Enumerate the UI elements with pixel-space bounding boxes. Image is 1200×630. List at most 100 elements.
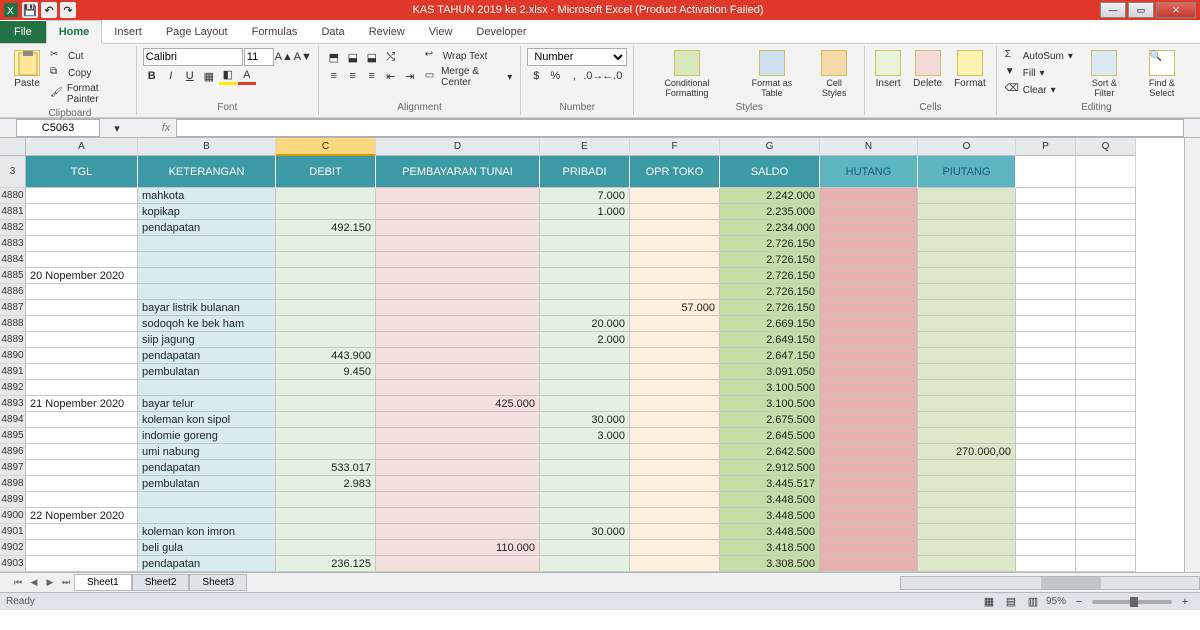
row-header[interactable]: 4891 <box>0 364 26 380</box>
cell[interactable] <box>820 428 918 444</box>
italic-button[interactable]: I <box>162 67 180 85</box>
cell[interactable]: 2.983 <box>276 476 376 492</box>
cell[interactable] <box>820 556 918 572</box>
cell[interactable] <box>276 316 376 332</box>
cell[interactable] <box>918 412 1016 428</box>
cell[interactable] <box>376 444 540 460</box>
cell[interactable] <box>820 348 918 364</box>
row-header[interactable]: 4888 <box>0 316 26 332</box>
cell[interactable] <box>630 364 720 380</box>
cell[interactable]: pembulatan <box>138 364 276 380</box>
cell[interactable] <box>820 412 918 428</box>
cell[interactable] <box>540 252 630 268</box>
cell[interactable] <box>918 540 1016 556</box>
cell[interactable]: 2.675.500 <box>720 412 820 428</box>
cell[interactable] <box>276 396 376 412</box>
cell[interactable] <box>540 348 630 364</box>
cell[interactable] <box>820 444 918 460</box>
sheet-tab-3[interactable]: Sheet3 <box>189 574 247 591</box>
vertical-scrollbar[interactable] <box>1185 138 1200 572</box>
decrease-decimal-icon[interactable]: ←.0 <box>603 67 621 85</box>
cell[interactable] <box>820 524 918 540</box>
cell[interactable] <box>376 268 540 284</box>
zoom-in-icon[interactable]: + <box>1176 593 1194 611</box>
cell[interactable] <box>820 332 918 348</box>
cell[interactable] <box>1076 428 1136 444</box>
cell[interactable] <box>918 508 1016 524</box>
cell[interactable]: 443.900 <box>276 348 376 364</box>
cell[interactable] <box>820 476 918 492</box>
cell[interactable] <box>1016 204 1076 220</box>
align-right-icon[interactable]: ≡ <box>363 67 381 85</box>
tab-developer[interactable]: Developer <box>464 21 538 43</box>
underline-button[interactable]: U <box>181 67 199 85</box>
font-color-button[interactable]: A <box>238 67 256 85</box>
cell[interactable] <box>820 268 918 284</box>
cell[interactable] <box>1076 236 1136 252</box>
cell[interactable]: koleman kon imron <box>138 524 276 540</box>
cell-styles-button[interactable]: Cell Styles <box>810 48 858 100</box>
align-bottom-icon[interactable]: ⬓ <box>363 48 381 66</box>
cell[interactable] <box>1016 524 1076 540</box>
cell[interactable] <box>630 492 720 508</box>
cell[interactable] <box>1016 444 1076 460</box>
cell[interactable] <box>820 252 918 268</box>
redo-icon[interactable]: ↷ <box>60 2 76 18</box>
format-cells-button[interactable]: Format <box>950 48 990 91</box>
cell[interactable]: 270.000,00 <box>918 444 1016 460</box>
row-header[interactable]: 4900 <box>0 508 26 524</box>
cell[interactable] <box>1076 412 1136 428</box>
row-header[interactable]: 4889 <box>0 332 26 348</box>
cell[interactable]: 2.726.150 <box>720 284 820 300</box>
align-left-icon[interactable]: ≡ <box>325 67 343 85</box>
cell[interactable]: siip jagung <box>138 332 276 348</box>
cell[interactable] <box>376 524 540 540</box>
cell[interactable] <box>26 540 138 556</box>
cell[interactable] <box>138 508 276 524</box>
cell[interactable] <box>376 300 540 316</box>
cell[interactable]: sodoqoh ke bek ham <box>138 316 276 332</box>
increase-decimal-icon[interactable]: .0→ <box>584 67 602 85</box>
row-header[interactable]: 4882 <box>0 220 26 236</box>
increase-font-icon[interactable]: A▲ <box>275 48 293 66</box>
cell[interactable] <box>1016 268 1076 284</box>
cell[interactable] <box>918 268 1016 284</box>
cell[interactable] <box>630 284 720 300</box>
cell[interactable] <box>630 236 720 252</box>
cell[interactable] <box>918 300 1016 316</box>
cell[interactable] <box>376 284 540 300</box>
cell[interactable] <box>540 396 630 412</box>
cell[interactable]: 2.726.150 <box>720 268 820 284</box>
cell[interactable] <box>918 428 1016 444</box>
cell[interactable] <box>540 460 630 476</box>
format-as-table-button[interactable]: Format as Table <box>738 48 807 100</box>
fill-color-button[interactable]: ◧ <box>219 67 237 85</box>
cell[interactable] <box>630 540 720 556</box>
cell[interactable] <box>540 476 630 492</box>
cell[interactable] <box>1076 444 1136 460</box>
cell[interactable] <box>276 284 376 300</box>
cell[interactable]: 2.235.000 <box>720 204 820 220</box>
find-select-button[interactable]: 🔍Find & Select <box>1134 48 1190 100</box>
cell[interactable] <box>820 220 918 236</box>
cell[interactable]: 9.450 <box>276 364 376 380</box>
tab-page-layout[interactable]: Page Layout <box>154 21 240 43</box>
col-header-P[interactable]: P <box>1016 138 1076 156</box>
cell[interactable] <box>540 444 630 460</box>
cell[interactable] <box>630 508 720 524</box>
cell[interactable] <box>1016 220 1076 236</box>
cell[interactable]: beli gula <box>138 540 276 556</box>
cell[interactable]: 1.000 <box>540 204 630 220</box>
cell[interactable]: 2.912.500 <box>720 460 820 476</box>
cell[interactable] <box>376 492 540 508</box>
cell[interactable] <box>138 284 276 300</box>
tab-file[interactable]: File <box>0 21 46 43</box>
cell[interactable] <box>630 556 720 572</box>
clear-button[interactable]: ⌫Clear ▾ <box>1003 82 1075 98</box>
cell[interactable] <box>1076 220 1136 236</box>
cell[interactable] <box>1016 412 1076 428</box>
horizontal-scrollbar[interactable] <box>900 576 1200 590</box>
cell[interactable] <box>26 332 138 348</box>
cell[interactable] <box>918 476 1016 492</box>
cell[interactable] <box>26 460 138 476</box>
